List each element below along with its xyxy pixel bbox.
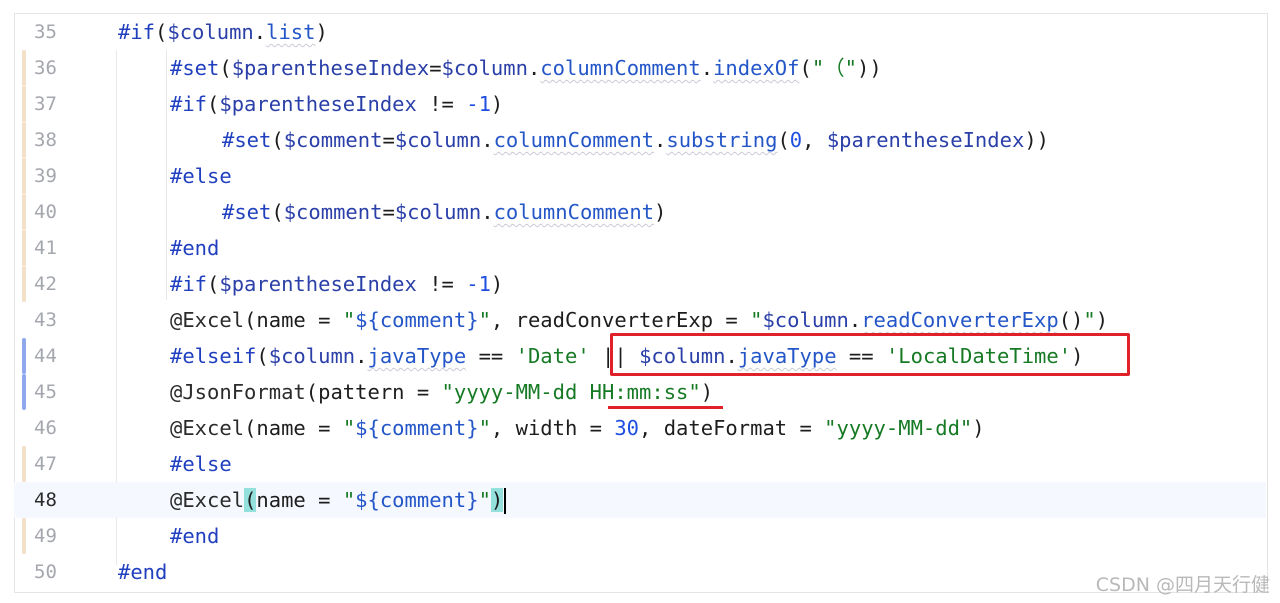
line-number: 38 <box>34 129 57 151</box>
text-caret <box>504 488 507 514</box>
highlight-underline <box>608 406 723 409</box>
code-editor[interactable]: 35 #if($column.list) 36 #set($parenthese… <box>0 0 1280 603</box>
code-line-50[interactable]: 50 #end <box>14 554 1266 590</box>
change-marker <box>22 374 26 410</box>
line-number: 44 <box>34 345 57 367</box>
line-content: #if($parentheseIndex != -1) <box>170 272 504 296</box>
code-line-36[interactable]: 36 #set($parentheseIndex=$column.columnC… <box>14 50 1266 86</box>
line-content: #else <box>170 452 232 476</box>
code-line-37[interactable]: 37 #if($parentheseIndex != -1) <box>14 86 1266 122</box>
line-number: 47 <box>34 453 57 475</box>
code-line-42[interactable]: 42 #if($parentheseIndex != -1) <box>14 266 1266 302</box>
change-marker <box>22 194 26 230</box>
line-number: 49 <box>34 525 57 547</box>
code-line-39[interactable]: 39 #else <box>14 158 1266 194</box>
change-marker <box>22 338 26 374</box>
line-content: #set($comment=$column.columnComment.subs… <box>222 128 1049 152</box>
change-marker <box>22 518 26 554</box>
line-number: 41 <box>34 237 57 259</box>
code-line-47[interactable]: 47 #else <box>14 446 1266 482</box>
change-marker <box>22 266 26 302</box>
line-content: #else <box>170 164 232 188</box>
line-content: #end <box>170 236 220 260</box>
line-content: #set($comment=$column.columnComment) <box>222 200 667 224</box>
line-number: 48 <box>34 489 57 511</box>
line-number: 45 <box>34 381 57 403</box>
change-marker <box>22 230 26 266</box>
code-line-49[interactable]: 49 #end <box>14 518 1266 554</box>
change-marker <box>22 446 26 482</box>
line-number: 40 <box>34 201 57 223</box>
code-line-38[interactable]: 38 #set($comment=$column.columnComment.s… <box>14 122 1266 158</box>
code-line-35[interactable]: 35 #if($column.list) <box>14 14 1266 50</box>
line-number: 37 <box>34 93 57 115</box>
watermark: CSDN @四月天行健 <box>1095 574 1270 596</box>
line-number: 39 <box>34 165 57 187</box>
line-number: 35 <box>34 21 57 43</box>
change-marker <box>22 86 26 122</box>
change-marker <box>22 50 26 86</box>
code-line-40[interactable]: 40 #set($comment=$column.columnComment) <box>14 194 1266 230</box>
line-content: @JsonFormat(pattern = "yyyy-MM-dd HH:mm:… <box>170 380 714 404</box>
code-line-45[interactable]: 45 @JsonFormat(pattern = "yyyy-MM-dd HH:… <box>14 374 1266 410</box>
change-marker <box>22 122 26 158</box>
change-marker <box>22 158 26 194</box>
line-number: 36 <box>34 57 57 79</box>
code-line-46[interactable]: 46 @Excel(name = "${comment}", width = 3… <box>14 410 1266 446</box>
line-number: 42 <box>34 273 57 295</box>
line-content: #set($parentheseIndex=$column.columnComm… <box>170 56 882 80</box>
line-number: 43 <box>34 309 57 331</box>
line-content: #if($column.list) <box>118 20 328 44</box>
line-content: #if($parentheseIndex != -1) <box>170 92 504 116</box>
code-line-41[interactable]: 41 #end <box>14 230 1266 266</box>
line-number: 46 <box>34 417 57 439</box>
line-content: @Excel(name = "${comment}") <box>170 482 507 518</box>
highlight-box <box>610 333 1130 376</box>
line-content: #end <box>170 524 220 548</box>
line-number: 50 <box>34 561 57 583</box>
code-line-48[interactable]: 48 @Excel(name = "${comment}") <box>14 482 1266 518</box>
line-content: #end <box>118 560 168 584</box>
line-content: @Excel(name = "${comment}", width = 30, … <box>170 416 985 440</box>
